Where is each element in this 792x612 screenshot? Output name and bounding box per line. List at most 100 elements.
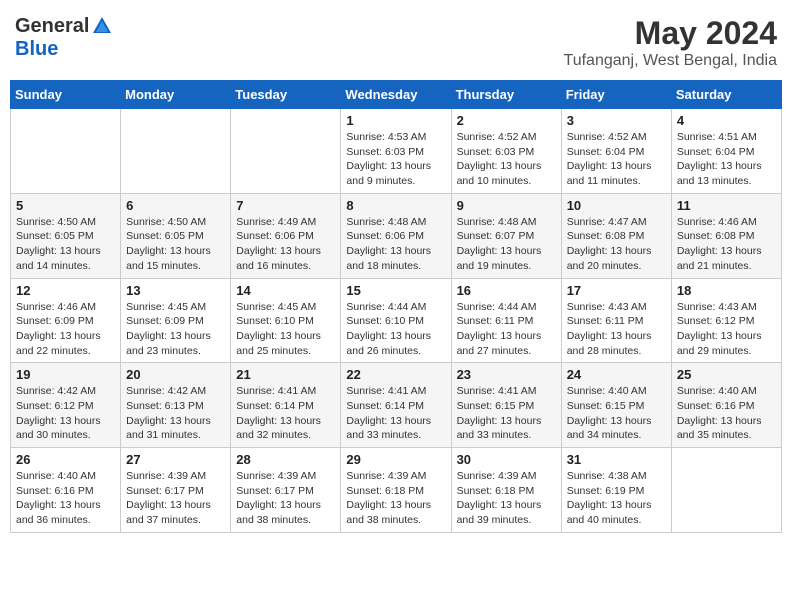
day-number: 17 <box>567 283 666 298</box>
calendar-day-15: 15 Sunrise: 4:44 AMSunset: 6:10 PMDayligh… <box>341 278 451 363</box>
day-number: 15 <box>346 283 445 298</box>
day-header-friday: Friday <box>561 81 671 109</box>
calendar-day-10: 10 Sunrise: 4:47 AMSunset: 6:08 PMDayligh… <box>561 193 671 278</box>
day-number: 23 <box>457 367 556 382</box>
calendar-week-row: 12 Sunrise: 4:46 AMSunset: 6:09 PMDayligh… <box>11 278 782 363</box>
day-number: 6 <box>126 198 225 213</box>
day-number: 4 <box>677 113 776 128</box>
day-info: Sunrise: 4:39 AMSunset: 6:18 PMDaylight:… <box>346 469 445 528</box>
calendar-day-27: 27 Sunrise: 4:39 AMSunset: 6:17 PMDayligh… <box>121 448 231 533</box>
day-info: Sunrise: 4:47 AMSunset: 6:08 PMDaylight:… <box>567 215 666 274</box>
day-info: Sunrise: 4:39 AMSunset: 6:18 PMDaylight:… <box>457 469 556 528</box>
main-title: May 2024 <box>564 15 777 52</box>
day-number: 24 <box>567 367 666 382</box>
calendar-header-row: SundayMondayTuesdayWednesdayThursdayFrid… <box>11 81 782 109</box>
calendar-day-1: 1 Sunrise: 4:53 AMSunset: 6:03 PMDaylight… <box>341 109 451 194</box>
day-header-thursday: Thursday <box>451 81 561 109</box>
calendar-day-28: 28Sunrise: 4:39 AMSunset: 6:17 PMDayligh… <box>231 448 341 533</box>
day-number: 31 <box>567 452 666 467</box>
day-info: Sunrise: 4:52 AMSunset: 6:04 PMDaylight:… <box>567 130 666 189</box>
day-info: Sunrise: 4:44 AMSunset: 6:10 PMDaylight:… <box>346 300 445 359</box>
day-info: Sunrise: 4:38 AMSunset: 6:19 PMDaylight:… <box>567 469 666 528</box>
calendar-day-31: 31 Sunrise: 4:38 AMSunset: 6:19 PMDayligh… <box>561 448 671 533</box>
day-number: 21 <box>236 367 335 382</box>
day-info: Sunrise: 4:40 AMSunset: 6:15 PMDaylight:… <box>567 384 666 443</box>
day-info: Sunrise: 4:53 AMSunset: 6:03 PMDaylight:… <box>346 130 445 189</box>
day-info: Sunrise: 4:40 AMSunset: 6:16 PMDaylight:… <box>16 469 115 528</box>
title-area: May 2024 Tufanganj, West Bengal, India <box>564 15 777 70</box>
sub-title: Tufanganj, West Bengal, India <box>564 52 777 70</box>
day-number: 1 <box>346 113 445 128</box>
calendar-day-11: 11 Sunrise: 4:46 AMSunset: 6:08 PMDayligh… <box>671 193 781 278</box>
day-info: Sunrise: 4:41 AMSunset: 6:14 PMDaylight:… <box>236 384 335 443</box>
calendar-empty-cell <box>121 109 231 194</box>
day-info: Sunrise: 4:43 AMSunset: 6:11 PMDaylight:… <box>567 300 666 359</box>
calendar-week-row: 19Sunrise: 4:42 AMSunset: 6:12 PMDayligh… <box>11 363 782 448</box>
day-info: Sunrise: 4:41 AMSunset: 6:15 PMDaylight:… <box>457 384 556 443</box>
day-number: 30 <box>457 452 556 467</box>
day-info: Sunrise: 4:48 AMSunset: 6:06 PMDaylight:… <box>346 215 445 274</box>
calendar-week-row: 26Sunrise: 4:40 AMSunset: 6:16 PMDayligh… <box>11 448 782 533</box>
calendar-day-12: 12 Sunrise: 4:46 AMSunset: 6:09 PMDayligh… <box>11 278 121 363</box>
day-number: 7 <box>236 198 335 213</box>
day-number: 11 <box>677 198 776 213</box>
calendar-week-row: 1 Sunrise: 4:53 AMSunset: 6:03 PMDaylight… <box>11 109 782 194</box>
day-header-saturday: Saturday <box>671 81 781 109</box>
calendar-day-4: 4 Sunrise: 4:51 AMSunset: 6:04 PMDaylight… <box>671 109 781 194</box>
day-info: Sunrise: 4:45 AMSunset: 6:09 PMDaylight:… <box>126 300 225 359</box>
logo: General Blue <box>15 15 113 61</box>
day-number: 3 <box>567 113 666 128</box>
day-number: 14 <box>236 283 335 298</box>
calendar-day-2: 2 Sunrise: 4:52 AMSunset: 6:03 PMDaylight… <box>451 109 561 194</box>
calendar-day-7: 7Sunrise: 4:49 AMSunset: 6:06 PMDaylight… <box>231 193 341 278</box>
day-number: 29 <box>346 452 445 467</box>
calendar-day-3: 3 Sunrise: 4:52 AMSunset: 6:04 PMDaylight… <box>561 109 671 194</box>
day-number: 22 <box>346 367 445 382</box>
day-info: Sunrise: 4:46 AMSunset: 6:08 PMDaylight:… <box>677 215 776 274</box>
calendar-day-6: 6Sunrise: 4:50 AMSunset: 6:05 PMDaylight… <box>121 193 231 278</box>
day-info: Sunrise: 4:46 AMSunset: 6:09 PMDaylight:… <box>16 300 115 359</box>
calendar-day-23: 23 Sunrise: 4:41 AMSunset: 6:15 PMDayligh… <box>451 363 561 448</box>
day-number: 25 <box>677 367 776 382</box>
day-info: Sunrise: 4:48 AMSunset: 6:07 PMDaylight:… <box>457 215 556 274</box>
day-number: 19 <box>16 367 115 382</box>
day-header-wednesday: Wednesday <box>341 81 451 109</box>
calendar-day-5: 5Sunrise: 4:50 AMSunset: 6:05 PMDaylight… <box>11 193 121 278</box>
day-number: 10 <box>567 198 666 213</box>
calendar-day-21: 21 Sunrise: 4:41 AMSunset: 6:14 PMDayligh… <box>231 363 341 448</box>
day-number: 27 <box>126 452 225 467</box>
page-header: General Blue May 2024 Tufanganj, West Be… <box>10 10 782 70</box>
calendar-day-29: 29 Sunrise: 4:39 AMSunset: 6:18 PMDayligh… <box>341 448 451 533</box>
day-info: Sunrise: 4:51 AMSunset: 6:04 PMDaylight:… <box>677 130 776 189</box>
day-info: Sunrise: 4:44 AMSunset: 6:11 PMDaylight:… <box>457 300 556 359</box>
calendar-day-13: 13 Sunrise: 4:45 AMSunset: 6:09 PMDayligh… <box>121 278 231 363</box>
day-header-monday: Monday <box>121 81 231 109</box>
calendar-day-30: 30 Sunrise: 4:39 AMSunset: 6:18 PMDayligh… <box>451 448 561 533</box>
day-number: 18 <box>677 283 776 298</box>
day-info: Sunrise: 4:43 AMSunset: 6:12 PMDaylight:… <box>677 300 776 359</box>
day-info: Sunrise: 4:52 AMSunset: 6:03 PMDaylight:… <box>457 130 556 189</box>
calendar-day-19: 19Sunrise: 4:42 AMSunset: 6:12 PMDayligh… <box>11 363 121 448</box>
logo-blue-text: Blue <box>15 38 58 60</box>
calendar-day-25: 25 Sunrise: 4:40 AMSunset: 6:16 PMDayligh… <box>671 363 781 448</box>
day-info: Sunrise: 4:45 AMSunset: 6:10 PMDaylight:… <box>236 300 335 359</box>
calendar-day-20: 20 Sunrise: 4:42 AMSunset: 6:13 PMDayligh… <box>121 363 231 448</box>
calendar-day-17: 17 Sunrise: 4:43 AMSunset: 6:11 PMDayligh… <box>561 278 671 363</box>
day-number: 12 <box>16 283 115 298</box>
calendar-day-14: 14 Sunrise: 4:45 AMSunset: 6:10 PMDayligh… <box>231 278 341 363</box>
calendar-week-row: 5Sunrise: 4:50 AMSunset: 6:05 PMDaylight… <box>11 193 782 278</box>
calendar-day-24: 24 Sunrise: 4:40 AMSunset: 6:15 PMDayligh… <box>561 363 671 448</box>
day-number: 16 <box>457 283 556 298</box>
calendar-day-26: 26Sunrise: 4:40 AMSunset: 6:16 PMDayligh… <box>11 448 121 533</box>
calendar-day-18: 18 Sunrise: 4:43 AMSunset: 6:12 PMDayligh… <box>671 278 781 363</box>
calendar-table: SundayMondayTuesdayWednesdayThursdayFrid… <box>10 80 782 533</box>
day-number: 13 <box>126 283 225 298</box>
day-info: Sunrise: 4:39 AMSunset: 6:17 PMDaylight:… <box>126 469 225 528</box>
day-number: 5 <box>16 198 115 213</box>
day-info: Sunrise: 4:40 AMSunset: 6:16 PMDaylight:… <box>677 384 776 443</box>
day-info: Sunrise: 4:42 AMSunset: 6:13 PMDaylight:… <box>126 384 225 443</box>
day-number: 2 <box>457 113 556 128</box>
calendar-day-8: 8Sunrise: 4:48 AMSunset: 6:06 PMDaylight… <box>341 193 451 278</box>
day-header-tuesday: Tuesday <box>231 81 341 109</box>
day-number: 20 <box>126 367 225 382</box>
